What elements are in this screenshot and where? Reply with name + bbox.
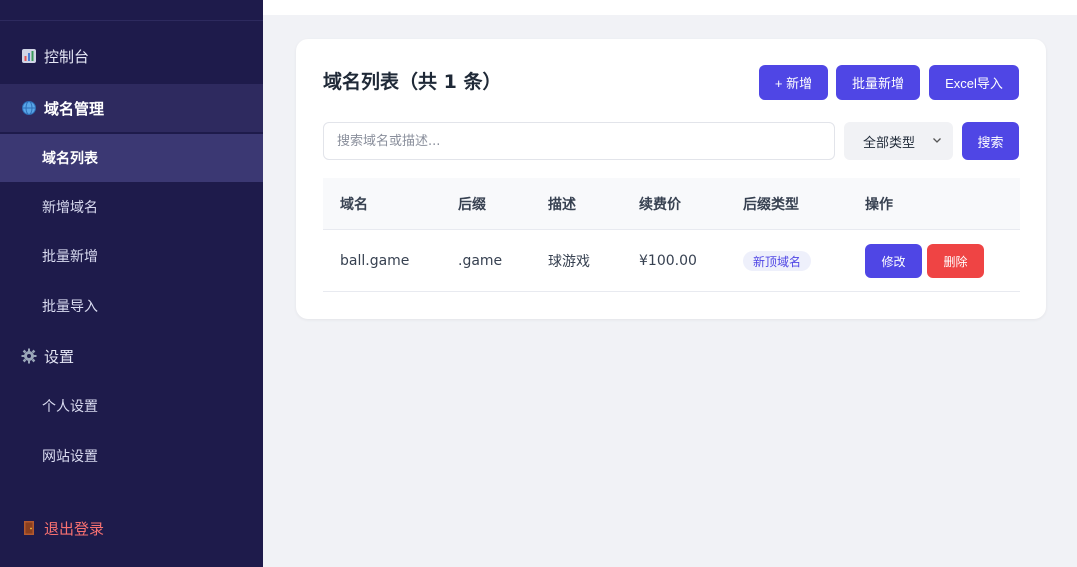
sidebar-divider (0, 20, 263, 21)
page-title: 域名列表（共 1 条） (323, 71, 502, 93)
domain-list-card: 域名列表（共 1 条） + 新增 批量新增 Excel导入 全部类型 搜索 域名… (296, 39, 1046, 319)
sidebar-item-label: 域名列表 (42, 151, 98, 167)
sidebar-item-domain-management[interactable]: 域名管理 (0, 84, 263, 132)
search-button[interactable]: 搜索 (962, 122, 1019, 160)
sidebar-item-site-settings[interactable]: 网站设置 (0, 432, 263, 480)
bar-chart-icon (20, 47, 38, 65)
sidebar-item-label: 设置 (44, 347, 75, 366)
sidebar-item-batch-import[interactable]: 批量导入 (0, 282, 263, 330)
cell-description: 球游戏 (548, 254, 590, 270)
suffix-type-badge: 新顶域名 (743, 251, 812, 271)
sidebar-item-label: 控制台 (44, 47, 90, 66)
gear-icon (20, 347, 38, 365)
column-header: 续费价 (639, 197, 681, 213)
sidebar-item-label: 退出登录 (44, 519, 105, 538)
sidebar-item-settings[interactable]: 设置 (0, 332, 263, 380)
sidebar-item-label: 批量新增 (42, 249, 98, 265)
table-header: 域名 后缀 描述 续费价 后缀类型 操作 (323, 178, 1020, 230)
cell-domain: ball.game (340, 253, 410, 269)
column-header: 域名 (340, 197, 368, 213)
sidebar: 控制台 域名管理 域名列表 新增域名 批量新增 批量导入 设置 个人设置 网站设… (0, 0, 263, 567)
sidebar-item-label: 批量导入 (42, 299, 98, 315)
sidebar-item-batch-add[interactable]: 批量新增 (0, 232, 263, 280)
excel-import-button[interactable]: Excel导入 (929, 65, 1019, 100)
sidebar-item-label: 网站设置 (42, 449, 98, 465)
cell-price: ¥100.00 (639, 253, 697, 269)
sidebar-item-label: 新增域名 (42, 200, 98, 216)
sidebar-item-label: 个人设置 (42, 399, 98, 415)
sidebar-item-domain-list[interactable]: 域名列表 (0, 134, 263, 182)
globe-icon (20, 99, 38, 117)
table-row: ball.game .game 球游戏 ¥100.00 新顶域名 修改 删除 (323, 230, 1020, 292)
column-header: 后缀类型 (743, 197, 799, 213)
sidebar-item-logout[interactable]: 退出登录 (0, 504, 263, 552)
add-button[interactable]: + 新增 (759, 65, 828, 100)
sidebar-item-add-domain[interactable]: 新增域名 (0, 183, 263, 231)
search-input[interactable] (323, 122, 835, 160)
type-filter-select[interactable]: 全部类型 (844, 122, 953, 160)
sidebar-item-label: 域名管理 (44, 99, 105, 118)
door-icon (20, 519, 38, 537)
column-header: 描述 (548, 197, 576, 213)
sidebar-item-dashboard[interactable]: 控制台 (0, 32, 263, 80)
batch-add-button[interactable]: 批量新增 (836, 65, 920, 100)
type-filter-value: 全部类型 (863, 135, 916, 151)
edit-button[interactable]: 修改 (865, 244, 922, 278)
sidebar-item-personal-settings[interactable]: 个人设置 (0, 382, 263, 430)
cell-suffix: .game (458, 253, 503, 269)
top-bar (263, 0, 1077, 15)
chevron-down-icon (931, 134, 943, 150)
delete-button[interactable]: 删除 (927, 244, 984, 278)
column-header: 后缀 (458, 197, 486, 213)
column-header: 操作 (865, 197, 893, 213)
